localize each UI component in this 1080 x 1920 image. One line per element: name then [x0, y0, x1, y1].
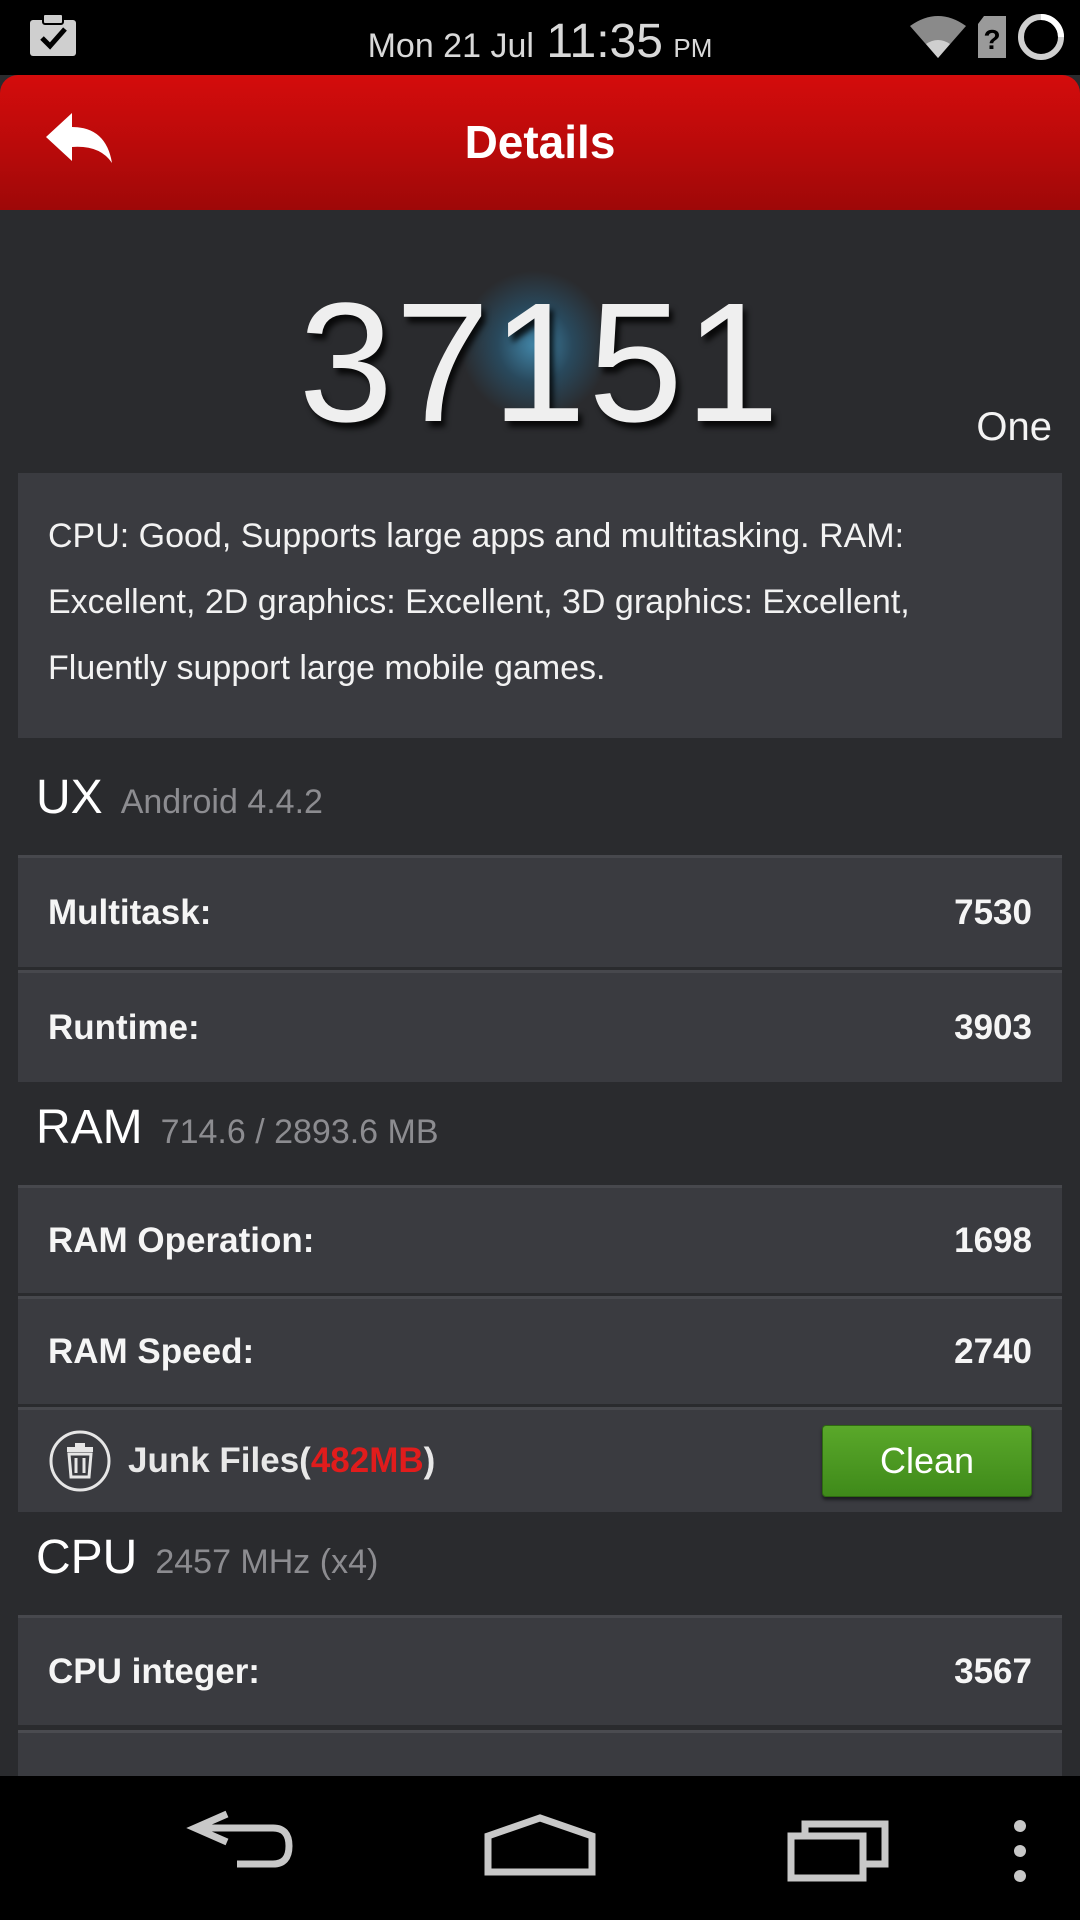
- row-value: 7530: [954, 892, 1032, 932]
- row-label: CPU integer:: [48, 1651, 260, 1691]
- row-value: 3903: [954, 1007, 1032, 1047]
- section-title: UX: [36, 771, 103, 824]
- junk-files-suffix: ): [423, 1441, 436, 1480]
- section-subtitle: 714.6 / 2893.6 MB: [160, 1113, 439, 1151]
- junk-files-prefix: Junk Files(: [128, 1441, 311, 1480]
- junk-files-row: Junk Files(482MB) Clean: [18, 1407, 1062, 1512]
- section-title: CPU: [36, 1531, 138, 1584]
- junk-files-size: 482MB: [310, 1441, 424, 1480]
- junk-files-label: Junk Files(482MB): [128, 1441, 435, 1481]
- total-score: 37151: [298, 268, 782, 458]
- section-subtitle: Android 4.4.2: [120, 783, 323, 821]
- row-label: Runtime:: [48, 1007, 200, 1047]
- table-row: RAM Operation: 1698: [18, 1185, 1062, 1293]
- table-row-partial: [18, 1730, 1062, 1776]
- row-value: 2740: [954, 1331, 1032, 1371]
- row-label: RAM Operation:: [48, 1220, 315, 1260]
- status-bar: Mon 21 Jul 11:35 PM ?: [0, 0, 1080, 75]
- status-ampm: PM: [673, 33, 713, 63]
- nav-home-icon[interactable]: [480, 1806, 600, 1896]
- table-row: Multitask: 7530: [18, 855, 1062, 967]
- wifi-icon: [910, 16, 966, 58]
- row-value: 3567: [954, 1651, 1032, 1691]
- table-row: CPU integer: 3567: [18, 1615, 1062, 1725]
- status-icons: ?: [908, 10, 1066, 64]
- status-time: 11:35: [546, 15, 663, 68]
- overflow-menu-icon[interactable]: [1000, 1806, 1040, 1896]
- nav-back-icon[interactable]: [185, 1806, 295, 1896]
- section-header-cpu: CPU 2457 MHz (x4): [36, 1530, 378, 1600]
- status-date: Mon 21 Jul: [367, 27, 534, 65]
- row-label: RAM Speed:: [48, 1331, 255, 1371]
- table-row: RAM Speed: 2740: [18, 1296, 1062, 1404]
- section-header-ram: RAM 714.6 / 2893.6 MB: [36, 1100, 439, 1170]
- section-title: RAM: [36, 1101, 143, 1154]
- action-bar: Details: [0, 75, 1080, 210]
- device-name: One: [976, 405, 1052, 449]
- battery-ring-icon: [1018, 14, 1064, 60]
- score-description: CPU: Good, Supports large apps and multi…: [18, 473, 1062, 738]
- page-title: Details: [464, 116, 616, 168]
- navigation-bar: [0, 1776, 1080, 1920]
- score-area: 37151 One: [0, 210, 1080, 470]
- section-header-ux: UX Android 4.4.2: [36, 770, 323, 840]
- section-subtitle: 2457 MHz (x4): [155, 1543, 379, 1581]
- sim-question-icon: ?: [978, 16, 1006, 58]
- nav-recents-icon[interactable]: [785, 1806, 895, 1896]
- row-value: 1698: [954, 1220, 1032, 1260]
- svg-text:?: ?: [983, 24, 1000, 55]
- row-label: Multitask:: [48, 892, 212, 932]
- junk-files-info: Junk Files(482MB): [48, 1429, 435, 1493]
- clean-button[interactable]: Clean: [822, 1425, 1032, 1497]
- table-row: Runtime: 3903: [18, 970, 1062, 1082]
- trash-icon: [49, 1430, 111, 1492]
